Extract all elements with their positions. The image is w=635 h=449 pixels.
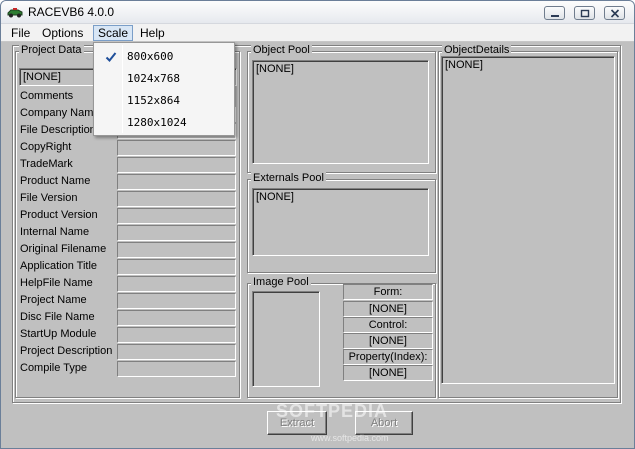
field-value-box[interactable] (117, 344, 236, 360)
close-icon (610, 9, 620, 18)
field-label: Compile Type (20, 362, 88, 374)
project-combo-value: [NONE] (23, 71, 61, 83)
field-value-box[interactable] (117, 259, 236, 275)
field-value-box[interactable] (117, 310, 236, 326)
object-details-list[interactable]: [NONE] (441, 56, 615, 384)
checkmark-icon (105, 52, 117, 62)
field-label: CopyRight (20, 141, 72, 153)
field-value-box[interactable] (117, 174, 236, 190)
field-value-box[interactable] (117, 276, 236, 292)
menu-scale[interactable]: Scale (93, 25, 134, 41)
scale-option-label: 1024x768 (127, 72, 180, 85)
object-details-caption: ObjectDetails (442, 44, 512, 56)
field-label: Disc File Name (20, 311, 95, 323)
form-label: Form: (343, 284, 433, 300)
property-value: [NONE] (343, 365, 433, 381)
scale-option-1152x864[interactable]: 1152x864 (96, 90, 232, 112)
field-label: Application Title (20, 260, 98, 272)
minimize-button[interactable] (544, 6, 565, 20)
field-label: Original Filename (20, 243, 107, 255)
object-pool-caption: Object Pool (251, 44, 312, 56)
watermark-url: www.softpedia.com (311, 433, 389, 443)
maximize-icon (580, 9, 590, 18)
externals-pool-list[interactable]: [NONE] (252, 188, 429, 256)
field-value-box[interactable] (117, 361, 236, 377)
scale-dropdown: 800x600 1024x768 1152x864 1280x1024 (93, 42, 235, 136)
scale-option-800x600[interactable]: 800x600 (96, 46, 232, 68)
scale-option-1024x768[interactable]: 1024x768 (96, 68, 232, 90)
minimize-icon (551, 15, 559, 17)
race-car-icon (7, 8, 23, 18)
field-label: Company Name (20, 107, 100, 119)
scale-option-label: 1152x864 (127, 94, 180, 107)
control-label: Control: (343, 317, 433, 333)
field-label: Product Version (20, 209, 98, 221)
field-label: Product Name (20, 175, 91, 187)
field-label: Project Name (20, 294, 87, 306)
field-label: Project Description (20, 345, 113, 357)
control-value: [NONE] (343, 333, 433, 349)
property-label: Property(Index): (343, 349, 433, 365)
close-button[interactable] (604, 6, 625, 20)
field-label: TradeMark (20, 158, 73, 170)
main-window: RACEVB6 4.0.0 File Options Scale Help Pr… (0, 0, 635, 449)
form-value: [NONE] (343, 301, 433, 317)
field-value-box[interactable] (117, 293, 236, 309)
field-label: File Description (20, 124, 96, 136)
externals-pool-value: [NONE] (256, 191, 294, 203)
menu-options[interactable]: Options (38, 25, 87, 41)
field-value-box[interactable] (117, 242, 236, 258)
image-preview (252, 291, 320, 387)
externals-pool-caption: Externals Pool (251, 172, 326, 184)
field-value-box[interactable] (117, 157, 236, 173)
field-value-box[interactable] (117, 208, 236, 224)
field-label: Internal Name (20, 226, 90, 238)
maximize-button[interactable] (574, 6, 595, 20)
field-value-box[interactable] (117, 140, 236, 156)
field-value-box[interactable] (117, 327, 236, 343)
object-pool-list[interactable]: [NONE] (252, 60, 429, 164)
menu-bar: File Options Scale Help (1, 24, 634, 42)
menu-help[interactable]: Help (136, 25, 169, 41)
title-bar[interactable]: RACEVB6 4.0.0 (1, 1, 634, 24)
field-label: HelpFile Name (20, 277, 93, 289)
object-details-value: [NONE] (445, 59, 483, 71)
object-pool-value: [NONE] (256, 63, 294, 75)
field-value-box[interactable] (117, 225, 236, 241)
window-title: RACEVB6 4.0.0 (28, 5, 115, 19)
menu-file[interactable]: File (7, 25, 34, 41)
scale-option-label: 1280x1024 (127, 116, 187, 129)
field-label: File Version (20, 192, 78, 204)
project-data-caption: Project Data (19, 44, 84, 56)
scale-option-label: 800x600 (127, 50, 174, 63)
scale-option-1280x1024[interactable]: 1280x1024 (96, 112, 232, 134)
field-value-box[interactable] (117, 191, 236, 207)
field-label: StartUp Module (20, 328, 97, 340)
watermark: SOFTPEDIA (276, 401, 389, 421)
image-pool-caption: Image Pool (251, 276, 311, 288)
field-label: Comments (20, 90, 74, 102)
